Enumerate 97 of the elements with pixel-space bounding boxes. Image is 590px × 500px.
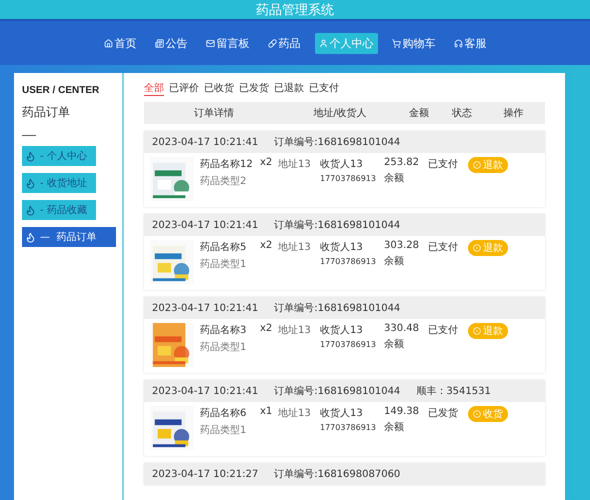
sidebar-subtitle: 药品订单 [22,104,71,121]
tracking-number: 顺丰：3541531 [416,384,491,398]
quantity: x2 [260,240,274,253]
product-type: 药品类型1 [200,340,246,354]
product-type: 药品类型1 [200,424,246,437]
order-status: 已支付 [428,324,459,338]
nav-item[interactable]: 客服 [450,32,490,54]
headset-icon [454,38,462,48]
sidebar-item[interactable]: - 个人中心 [22,146,96,166]
sidebar-item[interactable]: - 收货地址 [22,173,96,193]
order-time: 2023-04-17 10:21:41 [152,302,258,314]
quantity: x2 [260,157,274,170]
filter-tab[interactable]: 已评价 [169,81,199,96]
order-time: 2023-04-17 10:21:41 [152,386,258,396]
circle-icon [473,161,481,169]
payment-method: 余额 [384,420,404,434]
nav-item[interactable]: 药品 [264,32,304,54]
nav-item[interactable]: 留言板 [202,32,254,54]
column-header: 地址/收货人 [312,106,368,120]
receiver-name: 收货人13 [320,324,363,337]
quantity: x1 [260,406,274,419]
product-type: 药品类型2 [200,174,246,188]
nav-label: 首页 [114,36,136,50]
filter-tab[interactable]: 已收货 [204,81,234,96]
address: 地址13 [278,240,312,255]
receiver-name: 收货人13 [320,407,363,420]
filter-tab[interactable]: 已支付 [309,81,339,96]
flame-icon [25,150,36,162]
product-name: 药品名称5 [200,240,246,254]
flame-icon [25,178,36,188]
user-icon [318,38,328,48]
receiver-name: 收货人13 [320,158,363,171]
product-name: 药品名称12 [200,158,253,171]
order-amount: 253.82 [384,157,419,168]
product-name: 药品名称3 [200,324,246,337]
nav-item[interactable]: 购物车 [388,32,440,54]
order-number: 订单编号:1681698101044 [274,302,400,315]
nav-label: 药品 [278,36,300,50]
receiver-phone: 17703786913 [320,174,376,183]
order-time: 2023-04-17 10:21:41 [152,220,258,230]
product-name: 药品名称6 [200,406,246,420]
filter-tab[interactable]: 已退款 [274,81,304,96]
circle-icon [473,244,481,252]
payment-method: 余额 [384,172,404,185]
column-header: 状态 [451,106,473,120]
pill-icon [268,38,276,48]
nav-label: 客服 [464,36,486,50]
column-header: 金额 [408,106,430,120]
quantity: x2 [260,323,274,336]
order-time: 2023-04-17 10:21:41 [152,136,258,148]
order-number: 订单编号:1681698101044 [274,384,400,398]
order-number: 订单编号:1681698101044 [274,218,400,232]
order-status: 已支付 [428,240,459,255]
product-type: 药品类型1 [200,258,246,271]
nav-item[interactable]: 首页 [100,32,140,54]
nav-label: 购物车 [402,36,436,50]
home-icon [104,38,112,48]
receiver-phone: 17703786913 [320,257,376,266]
flame-icon [25,204,36,216]
sidebar-item-label: - 药品收藏 [40,204,87,217]
flame-icon [25,232,36,242]
sidebar-item[interactable]: — 药品订单 [22,227,116,247]
payment-method: 余额 [384,338,404,351]
order-time: 2023-04-17 10:21:27 [152,468,258,480]
address: 地址13 [278,324,312,338]
nav-label: 公告 [166,36,188,50]
sidebar-item-label: - 个人中心 [40,150,87,163]
sidebar-heading: USER / CENTER [22,85,100,96]
circle-icon [473,327,481,335]
nav-label: 个人中心 [330,36,374,50]
order-status: 已支付 [428,158,459,172]
filter-tab[interactable]: 全部 [144,81,164,96]
order-amount: 149.38 [384,406,419,417]
sidebar-item-label: - 收货地址 [40,176,87,190]
list-icon [154,38,164,48]
order-amount: 303.28 [384,240,419,251]
nav-label: 留言板 [216,36,250,50]
cart-icon [392,38,400,48]
sidebar-item[interactable]: - 药品收藏 [22,200,96,220]
receiver-name: 收货人13 [320,241,363,254]
app-title: 药品管理系统 [256,2,334,18]
sidebar-item-label: — 药品订单 [40,230,96,244]
circle-icon [473,410,481,418]
filter-tab[interactable]: 已发货 [239,81,269,96]
column-header: 操作 [502,107,524,120]
address: 地址13 [278,406,312,421]
order-number: 订单编号:1681698087060 [274,468,400,481]
nav-item[interactable]: 公告 [150,32,192,54]
order-number: 订单编号:1681698101044 [274,136,400,149]
payment-method: 余额 [384,254,404,268]
receiver-phone: 17703786913 [320,423,376,432]
address: 地址13 [278,158,312,172]
mail-icon [206,38,214,48]
receiver-phone: 17703786913 [320,340,376,349]
order-amount: 330.48 [384,323,419,334]
order-status: 已发货 [428,407,459,421]
column-header: 订单详情 [193,106,235,120]
